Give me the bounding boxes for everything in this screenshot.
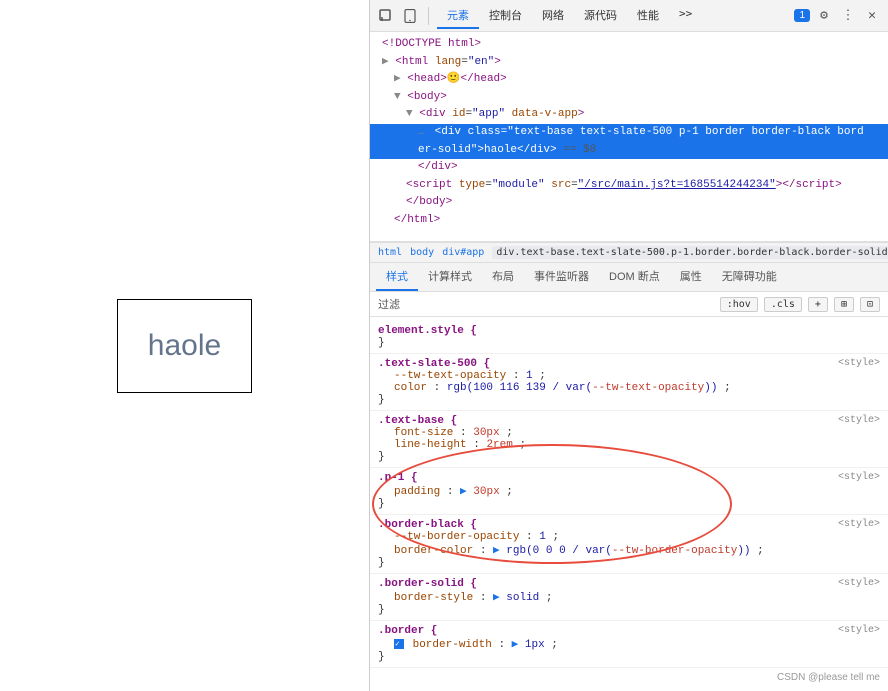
cls-button[interactable]: .cls <box>764 297 802 312</box>
tab-elements[interactable]: 元素 <box>437 3 479 29</box>
css-selector-border: .border { <box>378 625 437 637</box>
css-source-border-black: <style> <box>838 519 880 530</box>
tab-properties[interactable]: 属性 <box>670 263 712 291</box>
tab-sources[interactable]: 源代码 <box>574 3 627 29</box>
filter-bar: 过滤 :hov .cls + ⊞ ⊡ <box>370 292 888 317</box>
devtools-toolbar: 元素 控制台 网络 源代码 性能 >> 1 ⚙ ⋮ ✕ <box>370 0 888 32</box>
dom-line-selected[interactable]: … <div class="text-base text-slate-500 p… <box>370 124 888 142</box>
css-rule-text-base: .text-base { <style> font-size : 30px ; … <box>370 411 888 468</box>
dom-line-html: ▶ <html lang="en"> <box>370 54 888 72</box>
dom-line-script: <script type="module" src="/src/main.js?… <box>370 177 888 195</box>
dom-line-selected-cont[interactable]: er-solid">haole</div> == $0 <box>370 142 888 160</box>
css-source-border-solid: <style> <box>838 578 880 589</box>
css-rule-border-solid: .border-solid { <style> border-style : ▶… <box>370 574 888 621</box>
dom-line-body: ▼ <body> <box>370 89 888 107</box>
dom-line-head: ▶ <head>🙂</head> <box>370 71 888 89</box>
cursor-icon[interactable] <box>376 6 396 26</box>
tab-performance[interactable]: 性能 <box>627 3 669 29</box>
css-source-border: <style> <box>838 625 880 636</box>
tab-console[interactable]: 控制台 <box>479 3 532 29</box>
css-rule-p1: .p-1 { <style> padding : ▶ 30px ; } <box>370 468 888 515</box>
hov-button[interactable]: :hov <box>720 297 758 312</box>
styles-panel: 过滤 :hov .cls + ⊞ ⊡ element.style { } <box>370 292 888 691</box>
toolbar-separator-1 <box>428 7 429 25</box>
haole-element: haole <box>117 299 252 393</box>
tab-computed[interactable]: 计算样式 <box>418 263 482 291</box>
styles-tabs: 样式 计算样式 布局 事件监听器 DOM 断点 属性 无障碍功能 <box>370 263 888 292</box>
mobile-icon[interactable] <box>400 6 420 26</box>
style-layout-button[interactable]: ⊞ <box>834 297 854 312</box>
breadcrumb: html body div#app div.text-base.text-sla… <box>370 242 888 263</box>
settings-icon[interactable]: ⚙ <box>814 6 834 26</box>
css-source-text-slate: <style> <box>838 358 880 369</box>
browser-viewport: haole <box>0 0 370 691</box>
breadcrumb-app[interactable]: div#app <box>442 247 484 258</box>
dom-panel[interactable]: <!DOCTYPE html> ▶ <html lang="en"> ▶ <he… <box>370 32 888 242</box>
tab-accessibility[interactable]: 无障碍功能 <box>712 263 787 291</box>
more-options-icon[interactable]: ⋮ <box>838 6 858 26</box>
tab-dom-breakpoints[interactable]: DOM 断点 <box>599 263 670 291</box>
csdn-watermark: CSDN @please tell me <box>777 672 880 683</box>
close-icon[interactable]: ✕ <box>862 6 882 26</box>
devtools-tabs: 元素 控制台 网络 源代码 性能 >> <box>437 3 790 29</box>
css-rule-element-style: element.style { } <box>370 321 888 354</box>
css-selector-text-base: .text-base { <box>378 415 457 427</box>
breadcrumb-body[interactable]: body <box>410 247 434 258</box>
css-rule-border-black: .border-black { <style> --tw-border-opac… <box>370 515 888 574</box>
notification-badge: 1 <box>794 9 810 22</box>
style-grid-button[interactable]: ⊡ <box>860 297 880 312</box>
css-selector-border-black: .border-black { <box>378 519 477 531</box>
css-rule-border: .border { <style> border-width : ▶ 1px ;… <box>370 621 888 668</box>
filter-label: 过滤 <box>378 296 400 312</box>
css-rules-panel: element.style { } .text-slate-500 { <sty… <box>370 317 888 691</box>
dom-line-closediv: </div> <box>370 159 888 177</box>
tab-layout[interactable]: 布局 <box>482 263 524 291</box>
property-checkbox[interactable] <box>394 639 404 649</box>
dom-line-closebody: </body> <box>370 194 888 212</box>
breadcrumb-html[interactable]: html <box>378 247 402 258</box>
filter-input[interactable] <box>406 298 714 310</box>
tab-network[interactable]: 网络 <box>532 3 574 29</box>
css-selector-p1: .p-1 { <box>378 472 418 484</box>
css-selector-border-solid: .border-solid { <box>378 578 477 590</box>
dom-line-closehtml: </html> <box>370 212 888 230</box>
dom-line-doctype: <!DOCTYPE html> <box>370 36 888 54</box>
css-source-text-base: <style> <box>838 415 880 426</box>
css-source-p1: <style> <box>838 472 880 483</box>
css-selector-element-style: element.style { <box>378 325 477 337</box>
filter-actions: :hov .cls + ⊞ ⊡ <box>720 297 880 312</box>
tab-event-listeners[interactable]: 事件监听器 <box>524 263 599 291</box>
breadcrumb-active[interactable]: div.text-base.text-slate-500.p-1.border.… <box>492 246 888 259</box>
css-rule-text-slate: .text-slate-500 { <style> --tw-text-opac… <box>370 354 888 411</box>
css-selector-text-slate: .text-slate-500 { <box>378 358 490 370</box>
dom-line-app: ▼ <div id="app" data-v-app> <box>370 106 888 124</box>
toolbar-right: 1 ⚙ ⋮ ✕ <box>794 6 882 26</box>
tab-more[interactable]: >> <box>669 3 702 29</box>
haole-text: haole <box>148 329 221 362</box>
tab-styles[interactable]: 样式 <box>376 263 418 291</box>
add-style-button[interactable]: + <box>808 297 828 312</box>
devtools-panel: 元素 控制台 网络 源代码 性能 >> 1 ⚙ ⋮ ✕ <!DOCTYPE ht… <box>370 0 888 691</box>
